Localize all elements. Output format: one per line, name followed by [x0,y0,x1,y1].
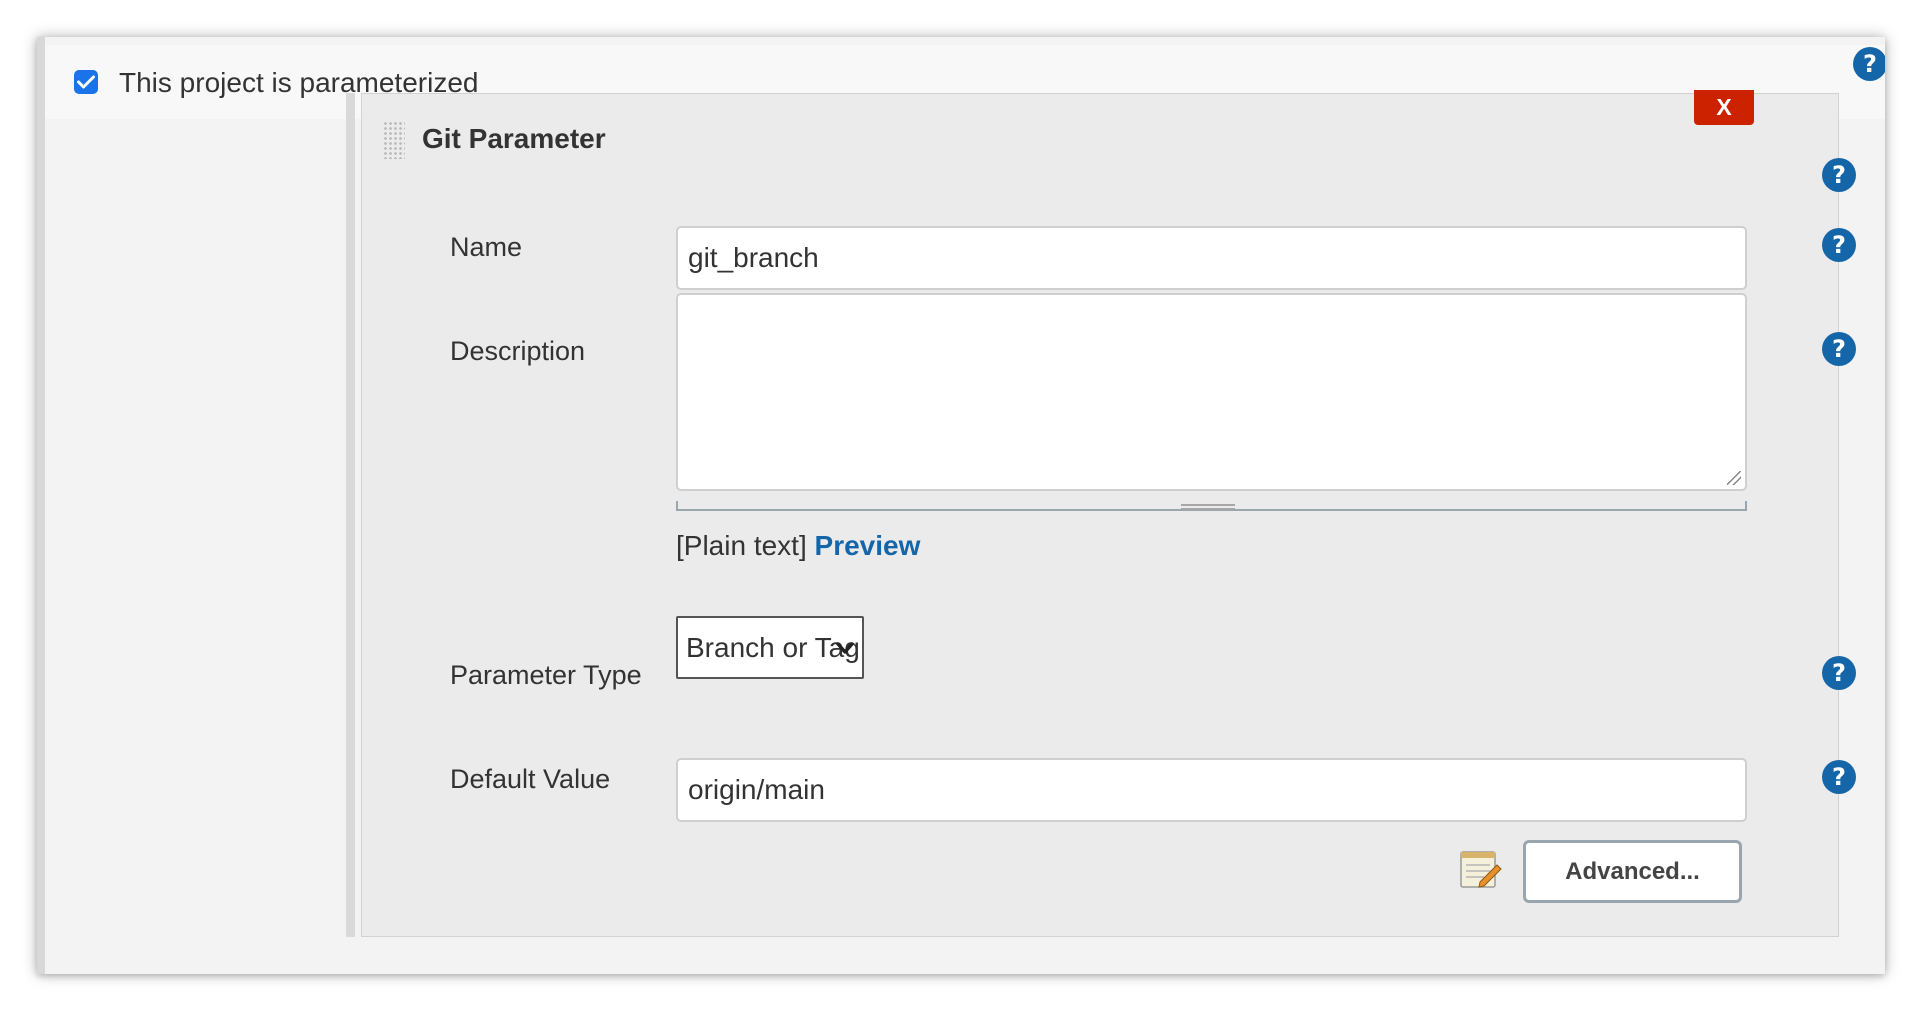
parameter-type-value: Branch or Tag [686,631,860,663]
resize-grip-icon[interactable] [1727,471,1741,485]
help-icon[interactable]: ? [1822,158,1856,192]
default-value-input[interactable]: origin/main [676,758,1747,822]
panel-divider [346,93,355,937]
name-input[interactable]: git_branch [676,226,1747,290]
drag-handle-icon[interactable] [383,121,405,159]
preview-link[interactable]: Preview [815,530,921,561]
advanced-button[interactable]: Advanced... [1523,840,1742,903]
help-icon[interactable]: ? [1822,332,1856,366]
description-label: Description [450,336,586,366]
help-icon[interactable]: ? [1822,656,1856,690]
description-textarea[interactable] [676,293,1747,491]
check-icon [77,75,95,89]
chevron-down-icon [836,642,854,654]
parameterized-checkbox[interactable] [74,70,98,94]
parameter-type-select[interactable]: Branch or Tag [676,616,864,679]
textarea-resize-handle[interactable] [1181,504,1235,510]
help-icon[interactable]: ? [1822,760,1856,794]
help-icon[interactable]: ? [1822,228,1856,262]
format-plain-text: [Plain text] [676,530,807,561]
format-line: [Plain text] Preview [676,530,920,562]
help-icon[interactable]: ? [1853,47,1885,81]
notepad-icon[interactable] [1458,847,1502,891]
remove-parameter-button[interactable]: X [1694,90,1754,125]
parameter-title: Git Parameter [422,123,606,154]
name-label: Name [450,232,523,262]
parameter-type-label: Parameter Type [450,660,642,690]
default-value-label: Default Value [450,764,611,794]
left-rail [37,37,45,974]
